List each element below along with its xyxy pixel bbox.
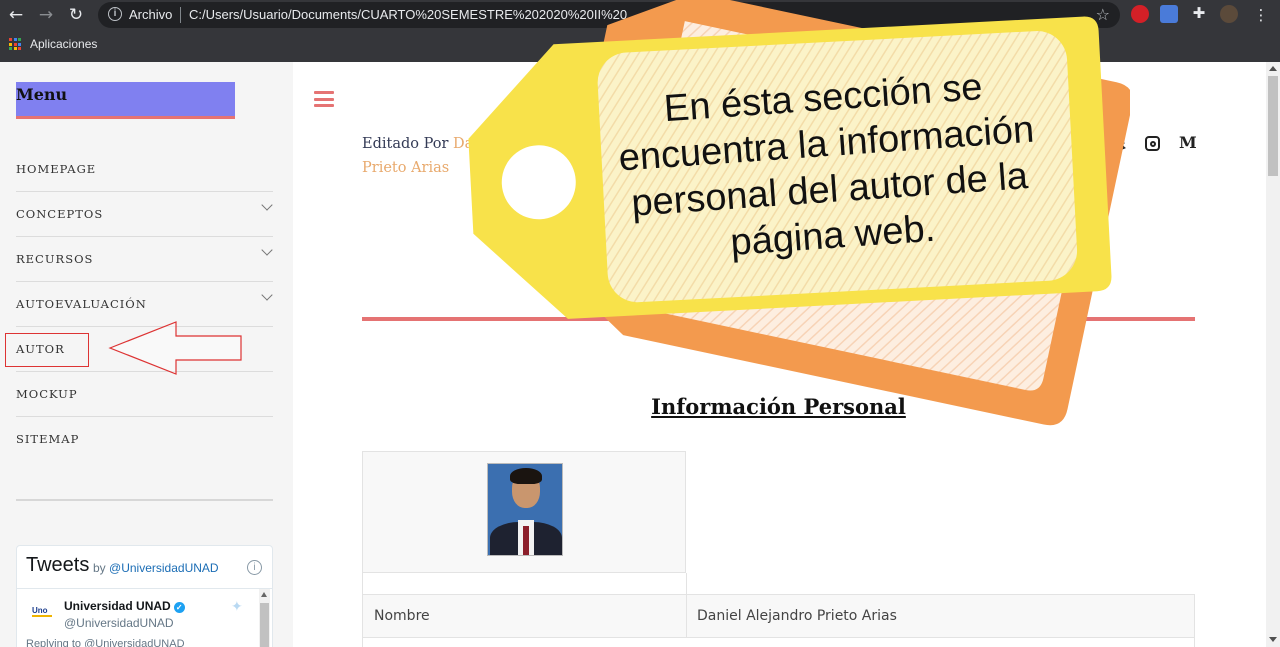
translate-extension-icon[interactable] [1160, 5, 1178, 23]
sidebar-item-label: CONCEPTOS [16, 207, 104, 221]
sidebar-divider [16, 499, 273, 501]
address-separator [180, 7, 181, 23]
twitter-timeline-widget[interactable]: Tweets by @UniversidadUNAD i Uno Univers… [16, 545, 273, 647]
table-row [362, 638, 1195, 647]
info-icon[interactable]: i [108, 7, 122, 21]
sidebar-item-label: MOCKUP [16, 387, 78, 401]
info-icon[interactable]: i [247, 560, 262, 575]
chevron-down-icon[interactable] [261, 244, 273, 256]
menu-header: Menu [16, 82, 235, 119]
sidebar-item-mockup[interactable]: MOCKUP [16, 372, 273, 417]
extension-red-icon[interactable] [1131, 5, 1149, 23]
scroll-up-icon[interactable] [1269, 66, 1277, 71]
forward-icon[interactable]: → [35, 4, 57, 26]
back-icon[interactable]: ← [5, 4, 27, 26]
scroll-thumb[interactable] [1268, 76, 1278, 176]
author-photo [487, 463, 563, 556]
tweets-by-label: by [93, 561, 106, 575]
table-row: Nombre Daniel Alejandro Prieto Arias [362, 594, 1195, 638]
tweets-handle-link[interactable]: @UniversidadUNAD [109, 561, 219, 575]
callout-text: En ésta sección se encuentra la informac… [617, 66, 1036, 264]
page-scrollbar[interactable] [1266, 62, 1280, 647]
sidebar-nav: HOMEPAGE CONCEPTOS RECURSOS AUTOEVALUACI… [16, 147, 273, 462]
hamburger-menu-icon[interactable] [314, 91, 334, 107]
twitter-bird-icon[interactable]: ✦ [231, 598, 243, 615]
apps-grid-icon[interactable] [9, 38, 21, 50]
sidebar-item-label: RECURSOS [16, 252, 94, 266]
sidebar-item-sitemap[interactable]: SITEMAP [16, 417, 273, 462]
instagram-icon[interactable] [1145, 136, 1160, 151]
sidebar-item-homepage[interactable]: HOMEPAGE [16, 147, 273, 192]
sidebar-item-label: HOMEPAGE [16, 162, 97, 176]
highlight-box-autor [5, 333, 89, 367]
tweet-author[interactable]: Universidad UNAD ✓ [64, 599, 185, 613]
browser-menu-icon[interactable]: ⋮ [1250, 4, 1272, 26]
tweets-scrollbar[interactable] [259, 589, 270, 647]
sidebar-item-conceptos[interactable]: CONCEPTOS [16, 192, 273, 237]
table-key: Nombre [374, 608, 430, 624]
extensions-puzzle-icon[interactable]: ✚ [1190, 5, 1208, 23]
unad-logo-icon: Uno [30, 604, 54, 620]
table-spacer-row [362, 573, 1195, 594]
scroll-up-icon[interactable] [261, 592, 267, 597]
chevron-down-icon[interactable] [261, 289, 273, 301]
tweet-username[interactable]: @UniversidadUNAD [64, 616, 174, 630]
tweets-by: by @UniversidadUNAD [93, 561, 219, 575]
svg-text:Uno: Uno [32, 606, 48, 615]
scroll-thumb[interactable] [260, 603, 269, 647]
sidebar: Menu HOMEPAGE CONCEPTOS RECURSOS AUTOEVA… [0, 62, 293, 647]
tweet-reply-text: Replying to @UniversidadUNAD [26, 638, 185, 647]
tweets-title: Tweets [26, 554, 90, 576]
tweet-author-name: Universidad UNAD [64, 599, 171, 613]
pointer-arrow-icon [108, 321, 242, 375]
table-value: Daniel Alejandro Prieto Arias [697, 608, 897, 624]
chevron-down-icon[interactable] [261, 199, 273, 211]
verified-badge-icon: ✓ [173, 602, 185, 613]
sidebar-item-label: SITEMAP [16, 432, 80, 446]
scroll-down-icon[interactable] [1269, 637, 1277, 642]
reload-icon[interactable]: ↻ [65, 4, 87, 26]
tweets-separator [17, 588, 272, 589]
address-label: Archivo [129, 7, 173, 22]
apps-bookmark[interactable]: Aplicaciones [30, 37, 97, 51]
photo-cell [362, 451, 686, 573]
medium-icon[interactable]: M [1179, 133, 1197, 152]
profile-avatar[interactable] [1220, 5, 1238, 23]
menu-title: Menu [16, 85, 68, 104]
sidebar-item-label: AUTOEVALUACIÓN [16, 297, 147, 311]
sidebar-item-recursos[interactable]: RECURSOS [16, 237, 273, 282]
